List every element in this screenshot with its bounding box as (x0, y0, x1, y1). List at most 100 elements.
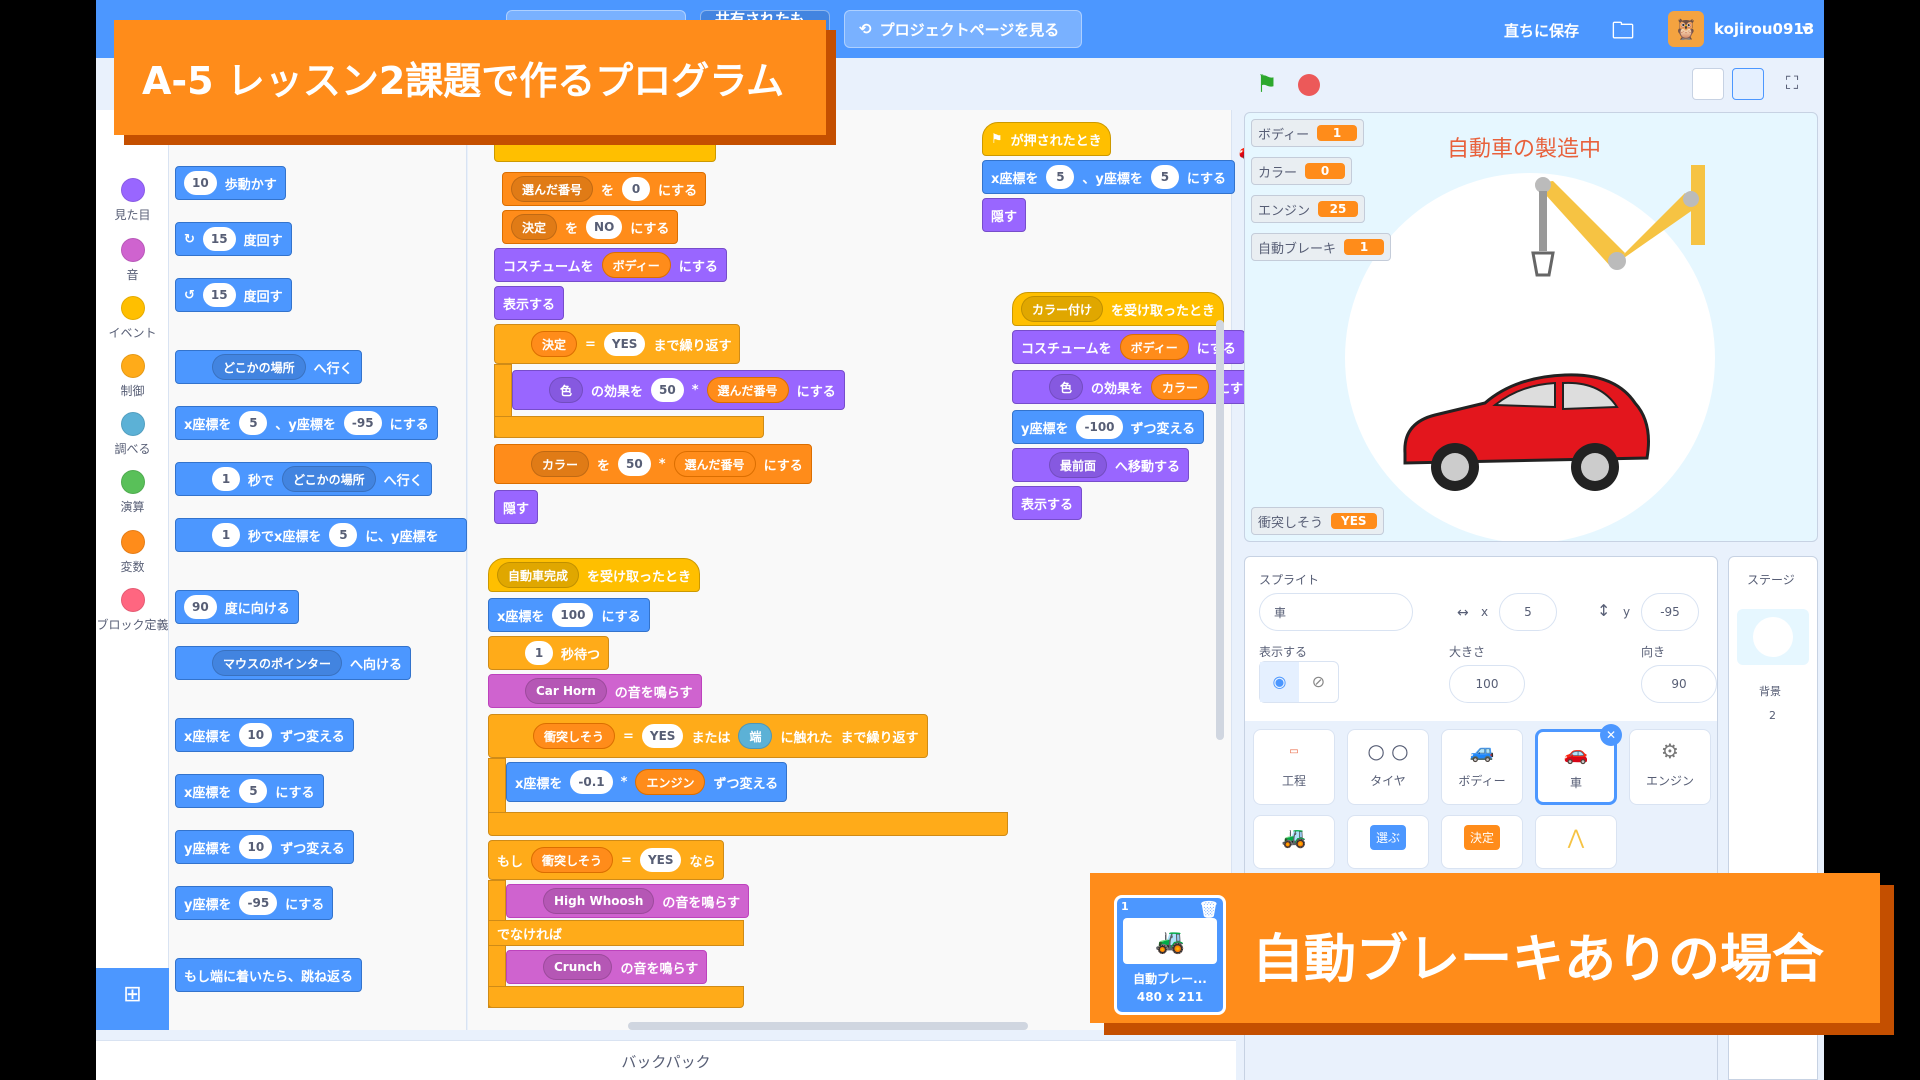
script2-goto-xy-block[interactable]: x座標を 5 、y座標を 5 にする (982, 160, 1236, 194)
input[interactable]: 10 (184, 171, 217, 195)
sprite-thumb[interactable]: ▭ 工程 (1253, 729, 1335, 805)
dropdown[interactable]: カラー (531, 451, 590, 477)
script4-sound-whoosh-block[interactable]: High Whoosh の音を鳴らす (506, 884, 750, 918)
stage-thumb[interactable] (1737, 609, 1809, 665)
palette-point-direction-block[interactable]: 90 度に向ける (175, 590, 299, 624)
input[interactable]: 1 (525, 641, 553, 665)
delete-icon[interactable]: ✕ (1600, 724, 1622, 746)
palette-bounce-block[interactable]: もし端に着いたら、跳ね返る (175, 958, 363, 992)
variable-reporter[interactable]: 衝突しそう (531, 847, 614, 873)
dropdown[interactable]: 最前面 (1049, 452, 1108, 478)
direction-input[interactable]: 90 (1641, 665, 1717, 703)
variable-reporter[interactable]: 衝突しそう (533, 723, 616, 749)
palette-goto-xy-block[interactable]: x座標を 5 、y座標を -95 にする (175, 406, 438, 440)
script1-effect-block[interactable]: 色の効果を 50 * 選んだ番号 にする (512, 370, 845, 410)
dropdown[interactable]: マウスのポインター (212, 650, 343, 676)
sprite-thumb-selected[interactable]: 🚗 車 ✕ (1535, 724, 1622, 805)
input[interactable]: 10 (239, 835, 273, 859)
palette-change-x-block[interactable]: x座標を 10 ずつ変える (175, 718, 354, 752)
variable-reporter[interactable]: エンジン (635, 769, 706, 795)
script3-receive-hat-block[interactable]: カラー付け を受け取ったとき (1012, 292, 1225, 326)
category-my-blocks[interactable]: ブロック定義 (96, 588, 169, 633)
input[interactable]: 1 (212, 467, 240, 491)
normal-stage-icon[interactable] (1732, 68, 1764, 100)
sprite-thumb[interactable]: 🚜 (1253, 815, 1335, 869)
palette-set-y-block[interactable]: y座標を -95 にする (175, 886, 334, 920)
input[interactable]: 5 (239, 411, 268, 435)
input[interactable]: YES (639, 848, 682, 872)
sprite-thumb[interactable]: 決定 (1441, 815, 1523, 869)
folder-icon[interactable]: 🗀 (1612, 14, 1634, 52)
sprite-name-input[interactable]: 車 (1259, 593, 1413, 631)
dropdown[interactable]: 色 (1049, 374, 1084, 400)
input[interactable]: 5 (239, 779, 268, 803)
input[interactable]: 10 (239, 723, 273, 747)
palette-change-y-block[interactable]: y座標を 10 ずつ変える (175, 830, 354, 864)
small-stage-icon[interactable] (1692, 68, 1724, 100)
script4-sound-crunch-block[interactable]: Crunch の音を鳴らす (506, 950, 708, 984)
category-events[interactable]: イベント (96, 296, 169, 341)
input[interactable]: 50 (618, 452, 651, 476)
input[interactable]: 15 (202, 227, 236, 251)
input[interactable]: YES (603, 332, 646, 356)
dropdown[interactable]: 自動車完成 (497, 562, 580, 588)
dropdown[interactable]: Car Horn (525, 678, 607, 704)
input[interactable]: -100 (1076, 415, 1123, 439)
script1-hide-block[interactable]: 隠す (494, 490, 539, 524)
script4-set-x-block[interactable]: x座標を 100 にする (488, 598, 650, 632)
script4-wait-block[interactable]: 1 秒待つ (488, 636, 610, 670)
script2-flag-hat-block[interactable]: ⚑ が押されたとき (982, 122, 1111, 156)
sprite-thumb[interactable]: ⚙ エンジン (1629, 729, 1711, 805)
dropdown[interactable]: 色 (549, 377, 584, 403)
script4-if-else-block[interactable]: もし 衝突しそう = YES なら (488, 840, 725, 880)
sprite-thumb[interactable]: 選ぶ (1347, 815, 1429, 869)
variable-reporter[interactable]: 選んだ番号 (673, 451, 756, 477)
script3-effect-block[interactable]: 色の効果を カラー にする (1012, 370, 1266, 404)
script4-change-x-block[interactable]: x座標を -0.1 * エンジン ずつ変える (506, 762, 788, 802)
y-input[interactable]: -95 (1641, 593, 1699, 631)
category-looks[interactable]: 見た目 (96, 178, 169, 223)
dropdown[interactable]: 選んだ番号 (511, 176, 594, 202)
dropdown[interactable]: 端 (738, 723, 773, 749)
input[interactable]: 100 (552, 603, 594, 627)
script3-change-y-block[interactable]: y座標を -100 ずつ変える (1012, 410, 1205, 444)
input[interactable]: 0 (622, 177, 651, 201)
add-extension-button[interactable]: ⊞ (96, 968, 169, 1030)
green-flag-icon[interactable]: ⚑ (1256, 70, 1284, 98)
script4-receive-hat-block[interactable]: 自動車完成 を受け取ったとき (488, 558, 701, 592)
variable-reporter[interactable]: 決定 (531, 331, 578, 357)
script1-set-color-block[interactable]: カラーを 50 * 選んだ番号 にする (494, 444, 812, 484)
input[interactable]: -0.1 (570, 770, 613, 794)
script1-hat-block[interactable] (494, 140, 716, 162)
input[interactable]: -95 (343, 411, 382, 435)
palette-point-towards-block[interactable]: マウスのポインター へ向ける (175, 646, 412, 680)
input[interactable]: 50 (651, 378, 684, 402)
script1-set-number-block[interactable]: 選んだ番号を 0 にする (502, 172, 707, 206)
palette-turn-left-block[interactable]: ↺ 15 度回す (175, 278, 292, 312)
palette-goto-block[interactable]: どこかの場所 へ行く (175, 350, 362, 384)
input[interactable]: 5 (1046, 165, 1075, 189)
input[interactable]: 5 (1150, 165, 1179, 189)
dropdown[interactable]: Crunch (543, 954, 613, 980)
dropdown[interactable]: どこかの場所 (212, 354, 306, 380)
fullscreen-icon[interactable]: ⛶ (1776, 68, 1808, 100)
palette-set-x-block[interactable]: x座標を 5 にする (175, 774, 324, 808)
palette-move-block[interactable]: 10 歩動かす (175, 166, 286, 200)
script1-costume-block[interactable]: コスチュームを ボディー にする (494, 248, 727, 282)
dropdown[interactable]: カラー付け (1021, 296, 1104, 322)
sprite-thumb[interactable]: ⋀ (1535, 815, 1617, 869)
palette-glide-xy-block[interactable]: 1 秒でx座標を 5 に、y座標を (175, 518, 467, 552)
script3-front-block[interactable]: 最前面 へ移動する (1012, 448, 1190, 482)
category-control[interactable]: 制御 (96, 354, 169, 399)
size-input[interactable]: 100 (1449, 665, 1525, 703)
costume-dropdown[interactable]: ボディー (1119, 334, 1189, 360)
script4-sound-car-horn-block[interactable]: Car Horn の音を鳴らす (488, 674, 702, 708)
vertical-scrollbar[interactable] (1216, 320, 1224, 740)
script2-hide-block[interactable]: 隠す (982, 198, 1027, 232)
sprite-thumb[interactable]: 🚙 ボディー (1441, 729, 1523, 805)
category-sensing[interactable]: 調べる (96, 412, 169, 457)
eye-icon[interactable]: ◉ (1260, 662, 1299, 702)
dropdown[interactable]: どこかの場所 (282, 466, 376, 492)
backpack-bar[interactable]: バックパック (96, 1040, 1236, 1080)
category-sound[interactable]: 音 (96, 238, 169, 283)
